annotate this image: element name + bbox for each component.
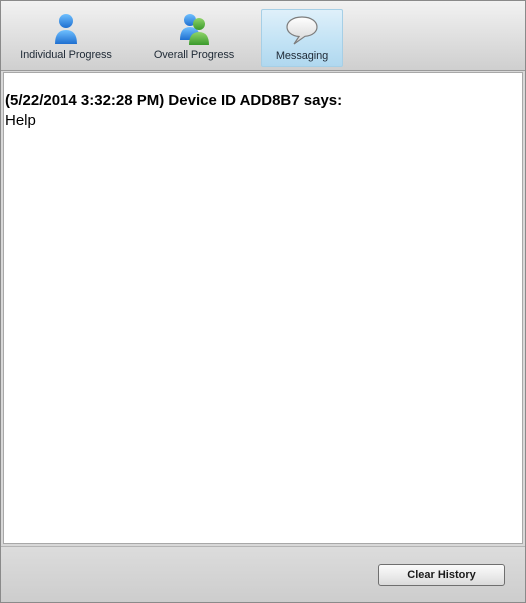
tab-messaging-label: Messaging [275, 50, 329, 62]
message-header: (5/22/2014 3:32:28 PM) Device ID ADD8B7 … [5, 92, 343, 109]
message-body: Help [5, 112, 36, 129]
footer-bar: Clear History [1, 546, 525, 602]
tab-individual-progress-label: Individual Progress [20, 49, 112, 61]
clear-history-button[interactable]: Clear History [378, 564, 505, 586]
speech-bubble-icon [284, 13, 320, 47]
tab-overall-progress[interactable]: Overall Progress [141, 9, 247, 67]
person-icon [48, 12, 84, 46]
tab-individual-progress[interactable]: Individual Progress [9, 9, 123, 67]
toolbar: Individual Progress Overall Progress Mes… [1, 1, 525, 71]
app-window: Individual Progress Overall Progress Mes… [0, 0, 526, 603]
group-icon [176, 12, 212, 46]
tab-messaging[interactable]: Messaging [261, 9, 343, 67]
message-history[interactable]: (5/22/2014 3:32:28 PM) Device ID ADD8B7 … [3, 72, 523, 544]
tab-overall-progress-label: Overall Progress [153, 49, 235, 61]
